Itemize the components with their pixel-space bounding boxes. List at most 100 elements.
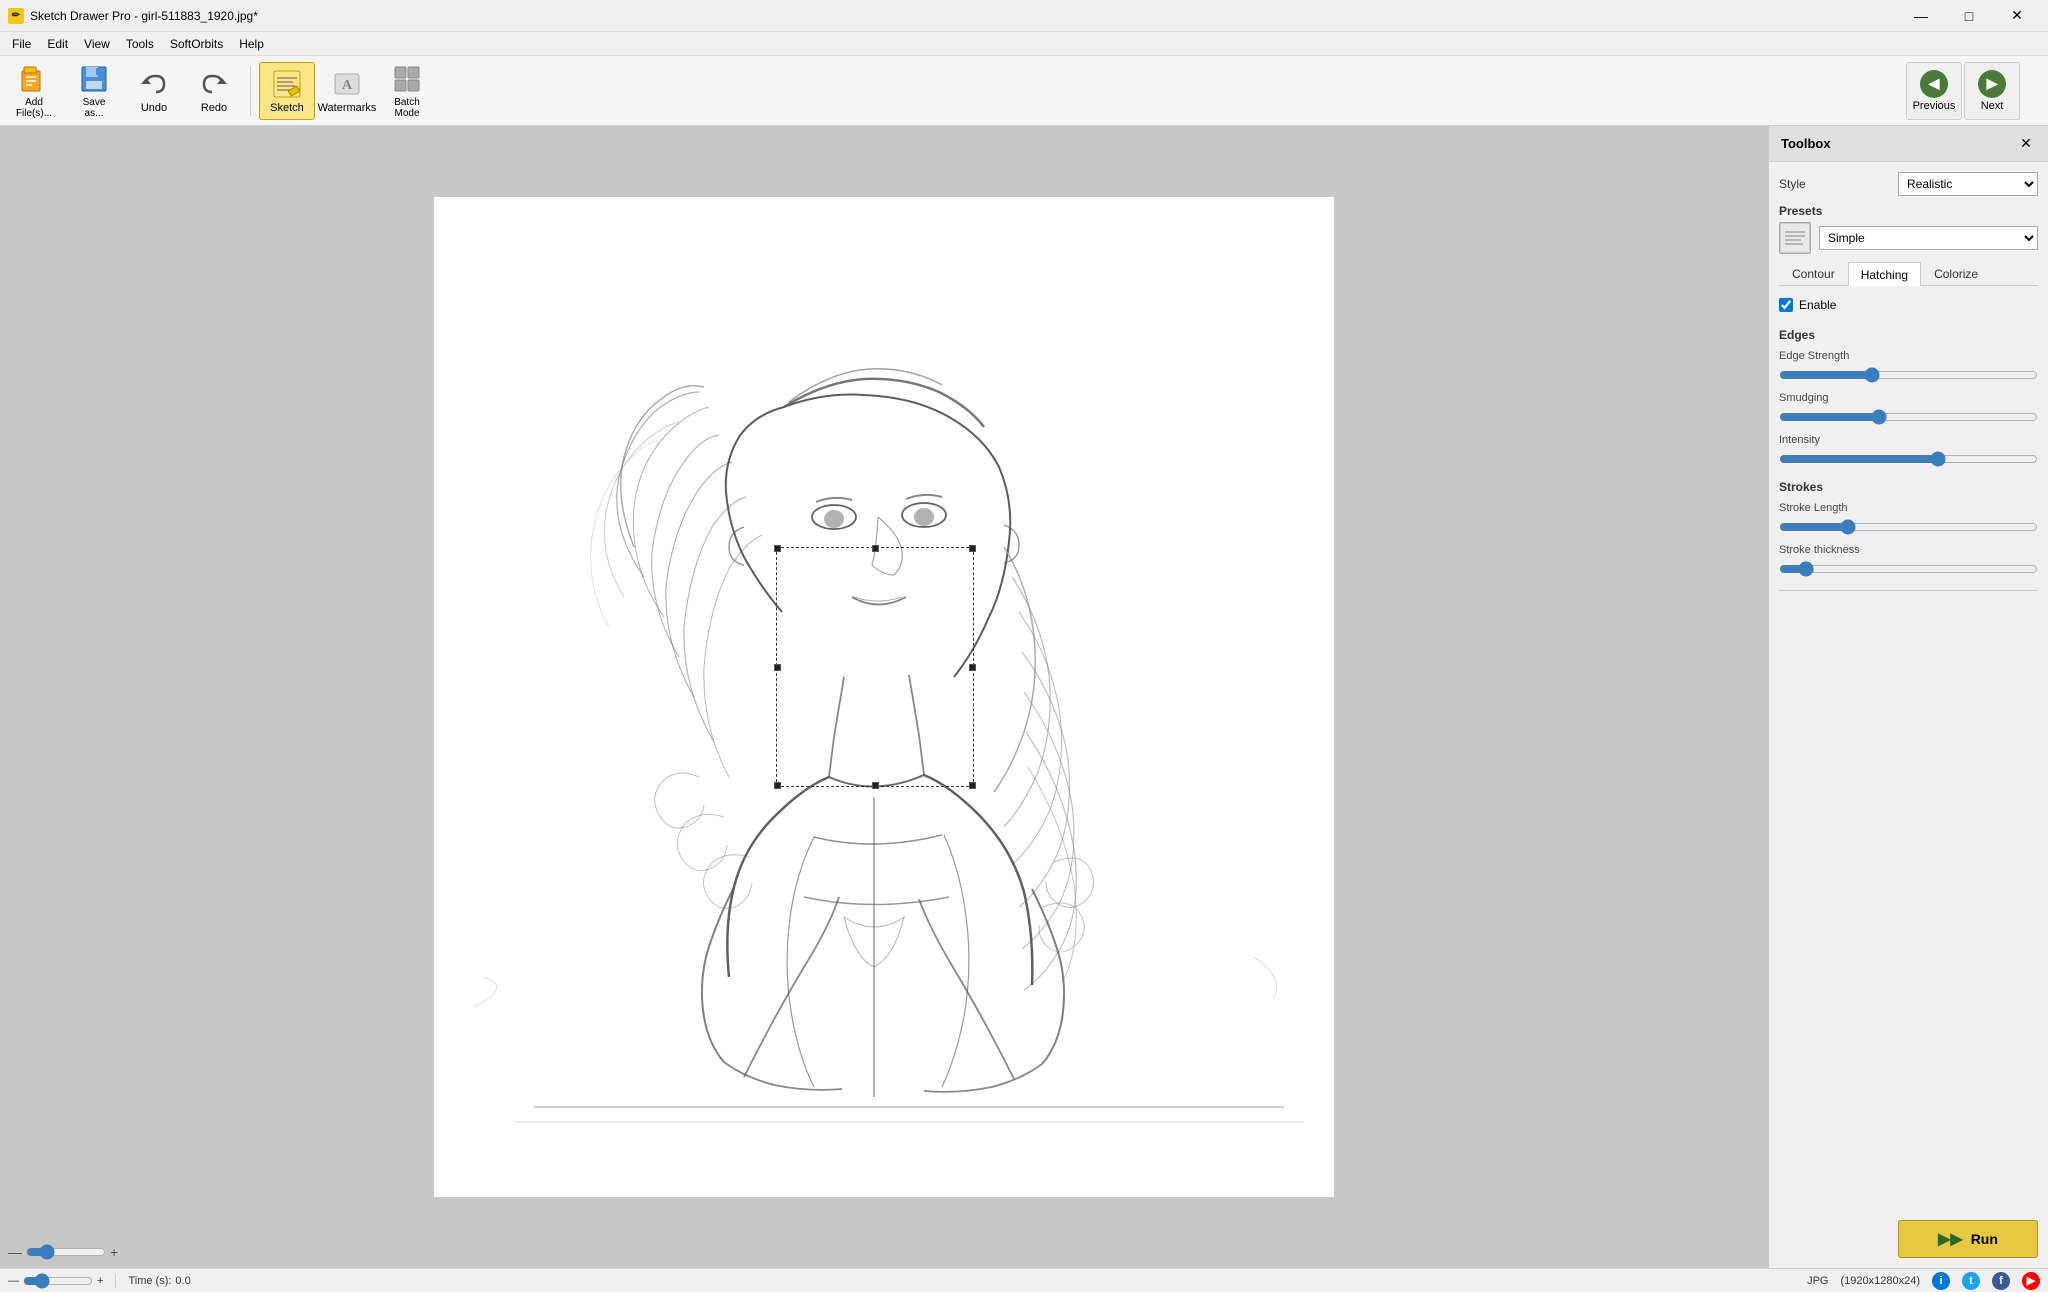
time-label: Time (s): — [128, 1275, 171, 1287]
stroke-thickness-group: Stroke thickness — [1779, 544, 2038, 578]
style-row: Style Realistic Simple Artistic — [1779, 172, 2038, 196]
smudging-label: Smudging — [1779, 392, 2038, 404]
status-bar: — + Time (s): 0.0 JPG (1920x1280x24) i t… — [0, 1268, 2048, 1292]
title-bar-left: ✏ Sketch Drawer Pro - girl-511883_1920.j… — [8, 8, 258, 24]
add-files-label: Add File(s)... — [16, 97, 52, 119]
tab-colorize[interactable]: Colorize — [1921, 262, 1991, 285]
run-label: Run — [1971, 1231, 1998, 1247]
presets-select[interactable]: Simple Default Detailed — [1819, 226, 2038, 250]
toolbar-separator-1 — [250, 66, 251, 116]
menu-help[interactable]: Help — [231, 35, 272, 53]
batch-mode-button[interactable]: Batch Mode — [379, 62, 435, 120]
edge-strength-slider[interactable] — [1779, 367, 2038, 383]
batch-mode-icon — [391, 63, 423, 95]
zoom-increase[interactable]: + — [97, 1275, 103, 1287]
main-area: — + Toolbox ✕ Style Realistic Simple Art… — [0, 126, 2048, 1268]
toolbox-header: Toolbox ✕ — [1769, 126, 2048, 162]
stroke-length-label: Stroke Length — [1779, 502, 2038, 514]
strokes-heading: Strokes — [1779, 480, 2038, 494]
tabs-row: Contour Hatching Colorize — [1779, 262, 2038, 286]
format-label: JPG — [1807, 1275, 1828, 1287]
watermarks-icon: A — [331, 68, 363, 100]
toolbox-close-button[interactable]: ✕ — [2016, 134, 2036, 154]
sketch-icon — [271, 68, 303, 100]
status-time: Time (s): 0.0 — [128, 1275, 190, 1287]
previous-button[interactable]: ◀ Previous — [1906, 62, 1962, 120]
run-button[interactable]: ▶▶ Run — [1898, 1220, 2038, 1258]
previous-label: Previous — [1913, 100, 1956, 112]
intensity-slider[interactable] — [1779, 451, 2038, 467]
redo-label: Redo — [201, 102, 227, 114]
save-as-button[interactable]: Save as... — [66, 62, 122, 120]
twitter-icon[interactable]: t — [1962, 1272, 1980, 1290]
canvas-area[interactable]: — + — [0, 126, 1768, 1268]
sketch-button[interactable]: Sketch — [259, 62, 315, 120]
presets-section: Presets Simple Default — [1779, 204, 2038, 254]
tab-contour[interactable]: Contour — [1779, 262, 1848, 285]
facebook-icon[interactable]: f — [1992, 1272, 2010, 1290]
add-files-icon — [18, 63, 50, 95]
zoom-slider[interactable] — [26, 1244, 106, 1260]
run-icon: ▶▶ — [1938, 1229, 1963, 1249]
sketch-svg — [434, 197, 1334, 1197]
edges-heading: Edges — [1779, 328, 2038, 342]
close-button[interactable]: ✕ — [1994, 0, 2040, 32]
menu-view[interactable]: View — [76, 35, 118, 53]
canvas-zoom-controls: — + — [8, 1244, 118, 1260]
status-right: JPG (1920x1280x24) i t f ▶ — [1807, 1272, 2040, 1290]
svg-text:A: A — [342, 78, 353, 93]
info-icon[interactable]: i — [1932, 1272, 1950, 1290]
sketch-label: Sketch — [270, 102, 304, 114]
watermarks-label: Watermarks — [318, 102, 377, 114]
title-bar-controls: — □ ✕ — [1898, 0, 2040, 32]
presets-row: Simple Default Detailed — [1779, 222, 2038, 254]
stroke-thickness-slider[interactable] — [1779, 561, 2038, 577]
zoom-minus-icon[interactable]: — — [8, 1244, 22, 1260]
toolbox-title: Toolbox — [1781, 136, 1831, 151]
batch-mode-label: Batch Mode — [394, 97, 420, 119]
save-as-icon — [78, 63, 110, 95]
maximize-button[interactable]: □ — [1946, 0, 1992, 32]
minimize-button[interactable]: — — [1898, 0, 1944, 32]
menu-bar: File Edit View Tools SoftOrbits Help — [0, 32, 2048, 56]
toolbox-body: Style Realistic Simple Artistic Presets — [1769, 162, 2048, 1210]
title-bar: ✏ Sketch Drawer Pro - girl-511883_1920.j… — [0, 0, 2048, 32]
zoom-decrease[interactable]: — — [8, 1275, 19, 1287]
undo-icon — [138, 68, 170, 100]
smudging-slider[interactable] — [1779, 409, 2038, 425]
edge-strength-track — [1779, 366, 2038, 384]
enable-label[interactable]: Enable — [1799, 298, 1836, 312]
edge-strength-label: Edge Strength — [1779, 350, 2038, 362]
undo-button[interactable]: Undo — [126, 62, 182, 120]
app-icon: ✏ — [8, 8, 24, 24]
stroke-thickness-label: Stroke thickness — [1779, 544, 2038, 556]
youtube-icon[interactable]: ▶ — [2022, 1272, 2040, 1290]
zoom-plus-icon[interactable]: + — [110, 1244, 118, 1260]
intensity-track — [1779, 450, 2038, 468]
stroke-length-slider[interactable] — [1779, 519, 2038, 535]
tab-hatching[interactable]: Hatching — [1848, 262, 1921, 286]
status-zoom-slider[interactable] — [23, 1273, 93, 1289]
next-button[interactable]: ▶ Next — [1964, 62, 2020, 120]
intensity-group: Intensity — [1779, 434, 2038, 468]
style-label: Style — [1779, 177, 1806, 191]
nav-area: ◀ Previous ▶ Next — [1906, 62, 2042, 120]
menu-softorbits[interactable]: SoftOrbits — [162, 35, 231, 53]
previous-icon: ◀ — [1920, 70, 1948, 98]
enable-checkbox[interactable] — [1779, 298, 1793, 312]
run-btn-area: ▶▶ Run — [1769, 1210, 2048, 1268]
toolbox-panel: Toolbox ✕ Style Realistic Simple Artisti… — [1768, 126, 2048, 1268]
menu-file[interactable]: File — [4, 35, 39, 53]
edge-strength-group: Edge Strength — [1779, 350, 2038, 384]
add-files-button[interactable]: Add File(s)... — [6, 62, 62, 120]
presets-icon — [1779, 222, 1811, 254]
presets-label: Presets — [1779, 204, 2038, 218]
menu-tools[interactable]: Tools — [118, 35, 162, 53]
canvas-content — [434, 197, 1334, 1197]
redo-button[interactable]: Redo — [186, 62, 242, 120]
watermarks-button[interactable]: A Watermarks — [319, 62, 375, 120]
toolbar: Add File(s)... Save as... Undo — [0, 56, 2048, 126]
style-select[interactable]: Realistic Simple Artistic — [1898, 172, 2038, 196]
status-sep-1 — [115, 1274, 116, 1288]
menu-edit[interactable]: Edit — [39, 35, 76, 53]
